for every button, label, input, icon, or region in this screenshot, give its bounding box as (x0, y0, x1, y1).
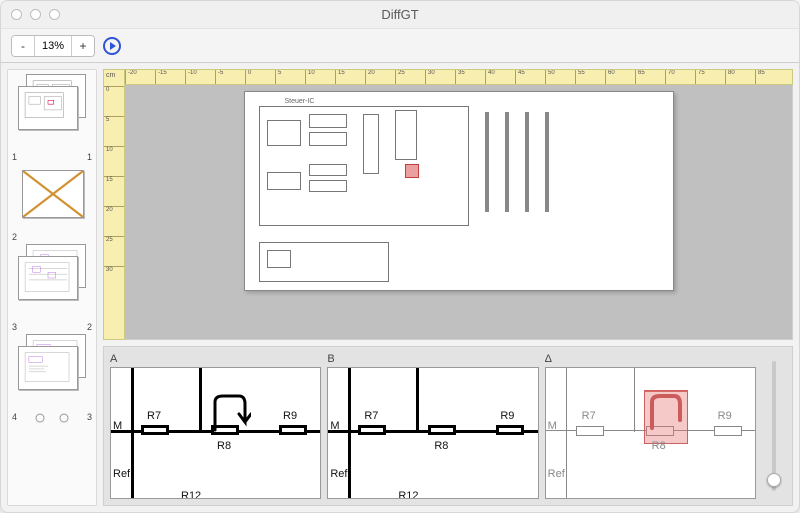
ruler-tick: 50 (545, 70, 575, 84)
page-thumbnails: 1 1 2 3 2 (7, 69, 97, 506)
detail-label: A (110, 353, 321, 367)
page-num-left: 4 (12, 412, 17, 422)
ruler-tick: 15 (104, 176, 124, 183)
ruler-tick: 5 (104, 116, 124, 123)
ruler-tick: 35 (455, 70, 485, 84)
ruler-tick: 55 (575, 70, 605, 84)
ruler-tick: 25 (395, 70, 425, 84)
page-num-right: 1 (87, 152, 92, 162)
workarea: 1 1 2 3 2 (1, 63, 799, 512)
ruler-tick: 45 (515, 70, 545, 84)
detail-panel-delta: Δ M R7 R8 R (545, 353, 756, 499)
zoom-out-button[interactable]: - (12, 36, 34, 56)
thumb-front (18, 86, 78, 130)
slider-knob[interactable] (767, 473, 781, 487)
zoom-icon[interactable] (49, 9, 60, 20)
schematic-page: Steuer-IC (244, 91, 674, 291)
detail-view-b[interactable]: M R7 R8 R9 Ref R12 (327, 367, 538, 499)
ruler-tick: -20 (125, 70, 155, 84)
page-num-left: 1 (12, 152, 17, 162)
ruler-tick: 70 (665, 70, 695, 84)
thumb-missing (22, 170, 84, 218)
thumb-pair[interactable]: 2 (12, 164, 92, 242)
ruler-unit: cm (106, 72, 115, 79)
ruler-tick: 0 (104, 86, 124, 93)
titlebar: DiffGT (1, 1, 799, 29)
zoom-stepper: - 13% + (11, 35, 95, 57)
block-title: Steuer-IC (285, 98, 315, 105)
hook-diff-icon (648, 394, 686, 430)
window-controls (11, 9, 60, 20)
ruler-tick: 60 (605, 70, 635, 84)
diff-marker (405, 164, 419, 178)
canvas-area: cm 051015202530 -20-15-10-50510152025303… (103, 69, 793, 340)
page-num-left: 3 (12, 322, 17, 332)
thumb-pair[interactable]: 1 1 (12, 74, 92, 162)
ruler-tick: 30 (425, 70, 455, 84)
detail-slider-col (762, 353, 786, 499)
ruler-tick: 20 (104, 206, 124, 213)
ruler-tick: 5 (275, 70, 305, 84)
main-column: cm 051015202530 -20-15-10-50510152025303… (103, 69, 793, 506)
horizontal-ruler: -20-15-10-505101520253035404550556065707… (125, 69, 793, 85)
zoom-value: 13% (34, 36, 72, 56)
close-icon[interactable] (11, 9, 22, 20)
link-icon (32, 412, 72, 424)
detail-label: B (327, 353, 538, 367)
detail-panel-b: B M R7 R8 R9 Ref R12 (327, 353, 538, 499)
detail-label: Δ (545, 353, 756, 367)
detail-view-delta[interactable]: M R7 R8 R9 Ref (545, 367, 756, 499)
canvas[interactable]: Steuer-IC (125, 85, 793, 340)
page-num-right: 2 (87, 322, 92, 332)
detail-row: A M R7 R8 R9 Ref (103, 346, 793, 506)
ruler-tick: 20 (365, 70, 395, 84)
hook-icon (211, 394, 251, 432)
ruler-tick: 25 (104, 236, 124, 243)
detail-zoom-slider[interactable] (772, 361, 776, 491)
thumb-front (18, 256, 78, 300)
play-icon (103, 37, 121, 55)
ruler-tick: 65 (635, 70, 665, 84)
thumb-front (18, 346, 78, 390)
detail-panel-a: A M R7 R8 R9 Ref (110, 353, 321, 499)
page-num-right: 3 (87, 412, 92, 422)
thumb-pair[interactable]: 4 3 (12, 334, 92, 422)
zoom-in-button[interactable]: + (72, 36, 94, 56)
play-button[interactable] (101, 35, 123, 57)
ruler-tick: 0 (245, 70, 275, 84)
minimize-icon[interactable] (30, 9, 41, 20)
detail-view-a[interactable]: M R7 R8 R9 Ref R12 (110, 367, 321, 499)
ruler-tick: 85 (755, 70, 785, 84)
ruler-tick: 80 (725, 70, 755, 84)
ruler-tick: 10 (104, 146, 124, 153)
window-title: DiffGT (1, 7, 799, 22)
toolbar: - 13% + (1, 29, 799, 63)
ruler-tick: 75 (695, 70, 725, 84)
vertical-ruler: cm 0 5 10 15 20 25 30 (103, 69, 125, 340)
ruler-tick: -10 (185, 70, 215, 84)
ruler-tick: 10 (305, 70, 335, 84)
ruler-tick: -5 (215, 70, 245, 84)
page-num-left: 2 (12, 232, 17, 242)
ruler-tick: 30 (104, 266, 124, 273)
thumb-pair[interactable]: 3 2 (12, 244, 92, 332)
ruler-tick: -15 (155, 70, 185, 84)
app-window: DiffGT - 13% + 1 (0, 0, 800, 513)
ruler-tick: 15 (335, 70, 365, 84)
ruler-tick: 40 (485, 70, 515, 84)
